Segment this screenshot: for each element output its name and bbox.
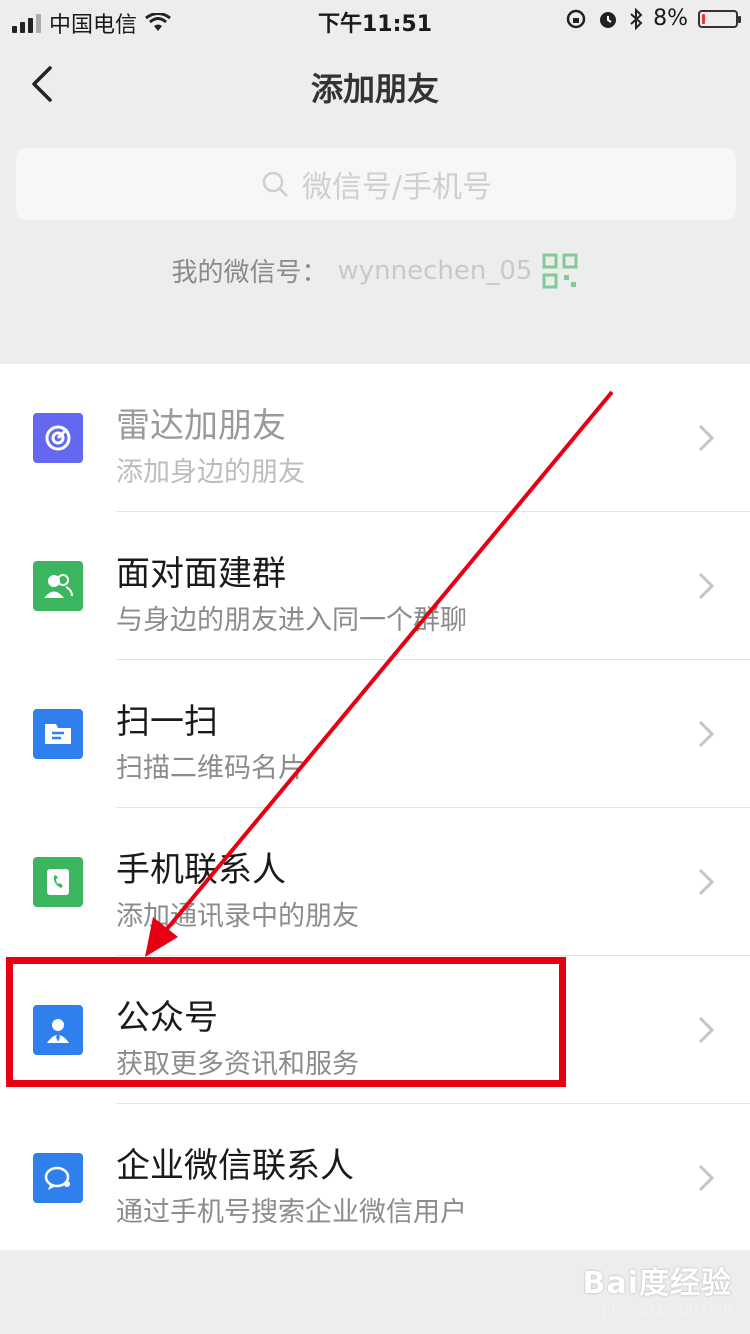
item-subtitle: 添加通讯录中的朋友 <box>116 901 359 932</box>
qr-code-icon[interactable] <box>542 253 578 289</box>
item-title: 企业微信联系人 <box>116 1146 354 1186</box>
chevron-right-icon <box>698 720 715 748</box>
item-title: 面对面建群 <box>116 554 286 594</box>
watermark-title: Bai度经验 <box>582 1266 732 1301</box>
my-id-label: 我的微信号： <box>171 258 328 288</box>
rotation-lock-icon <box>566 9 586 28</box>
list-item-face-to-face[interactable]: 面对面建群 与身边的朋友进入同一个群聊 <box>0 512 750 660</box>
list-item-wecom-contacts[interactable]: 企业微信联系人 通过手机号搜索企业微信用户 <box>0 1104 750 1252</box>
search-icon <box>262 171 288 197</box>
chevron-right-icon <box>698 572 715 600</box>
my-wechat-id: 我的微信号： wynnechen_05 <box>0 252 750 289</box>
battery-icon <box>698 9 741 28</box>
radar-icon <box>33 413 83 463</box>
list-item-phone-contacts[interactable]: 手机联系人 添加通讯录中的朋友 <box>0 808 750 956</box>
phone-contacts-icon <box>33 857 83 907</box>
bluetooth-icon <box>630 7 643 30</box>
list-item-radar[interactable]: 雷达加朋友 添加身边的朋友 <box>0 364 750 512</box>
chevron-right-icon <box>698 868 715 896</box>
my-id-value: wynnechen_05 <box>337 255 533 286</box>
battery-fill <box>702 13 705 24</box>
item-subtitle: 扫描二维码名片 <box>116 753 305 784</box>
item-subtitle: 添加身边的朋友 <box>116 457 305 488</box>
highlight-box <box>6 957 566 1087</box>
item-title: 雷达加朋友 <box>116 406 286 446</box>
add-friend-options-list: 雷达加朋友 添加身边的朋友 面对面建群 与身边的朋友进入同一个群聊 扫一扫 扫描… <box>0 364 750 1250</box>
chevron-right-icon <box>698 1164 715 1192</box>
status-bar: 中国电信 下午11:51 8% <box>0 0 750 40</box>
item-title: 扫一扫 <box>116 702 218 742</box>
item-subtitle: 与身边的朋友进入同一个群聊 <box>116 605 467 636</box>
baidu-jingyan-watermark: Bai度经验 jingyan.baidu.com <box>583 1258 732 1318</box>
list-item-scan[interactable]: 扫一扫 扫描二维码名片 <box>0 660 750 808</box>
watermark-url: jingyan.baidu.com <box>602 1302 732 1318</box>
face-to-face-group-icon <box>33 561 83 611</box>
chevron-right-icon <box>698 424 715 452</box>
page-title: 添加朋友 <box>310 70 439 108</box>
search-placeholder: 微信号/手机号 <box>301 170 493 205</box>
alarm-icon <box>600 11 617 28</box>
wecom-contacts-icon <box>33 1153 83 1203</box>
scan-icon <box>33 709 83 759</box>
nav-bar: 添加朋友 <box>0 40 750 130</box>
status-right: 8% <box>565 6 741 31</box>
item-subtitle: 通过手机号搜索企业微信用户 <box>116 1197 467 1228</box>
battery-percent: 8% <box>653 6 688 31</box>
search-input[interactable]: 微信号/手机号 <box>16 148 736 220</box>
item-title: 手机联系人 <box>116 850 286 890</box>
chevron-right-icon <box>698 1016 715 1044</box>
